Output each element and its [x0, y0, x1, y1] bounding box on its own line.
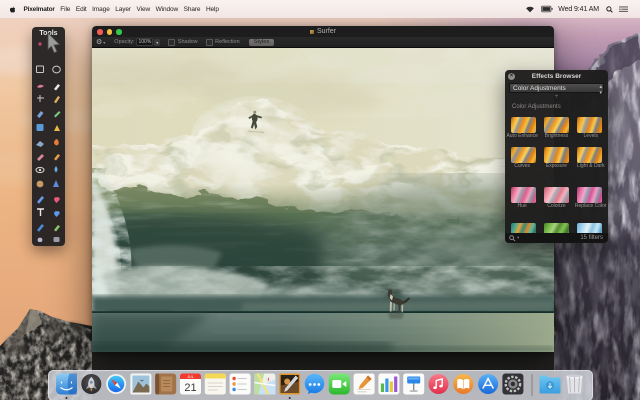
- svg-text:21: 21: [184, 382, 196, 394]
- svg-text:JUL: JUL: [187, 375, 193, 379]
